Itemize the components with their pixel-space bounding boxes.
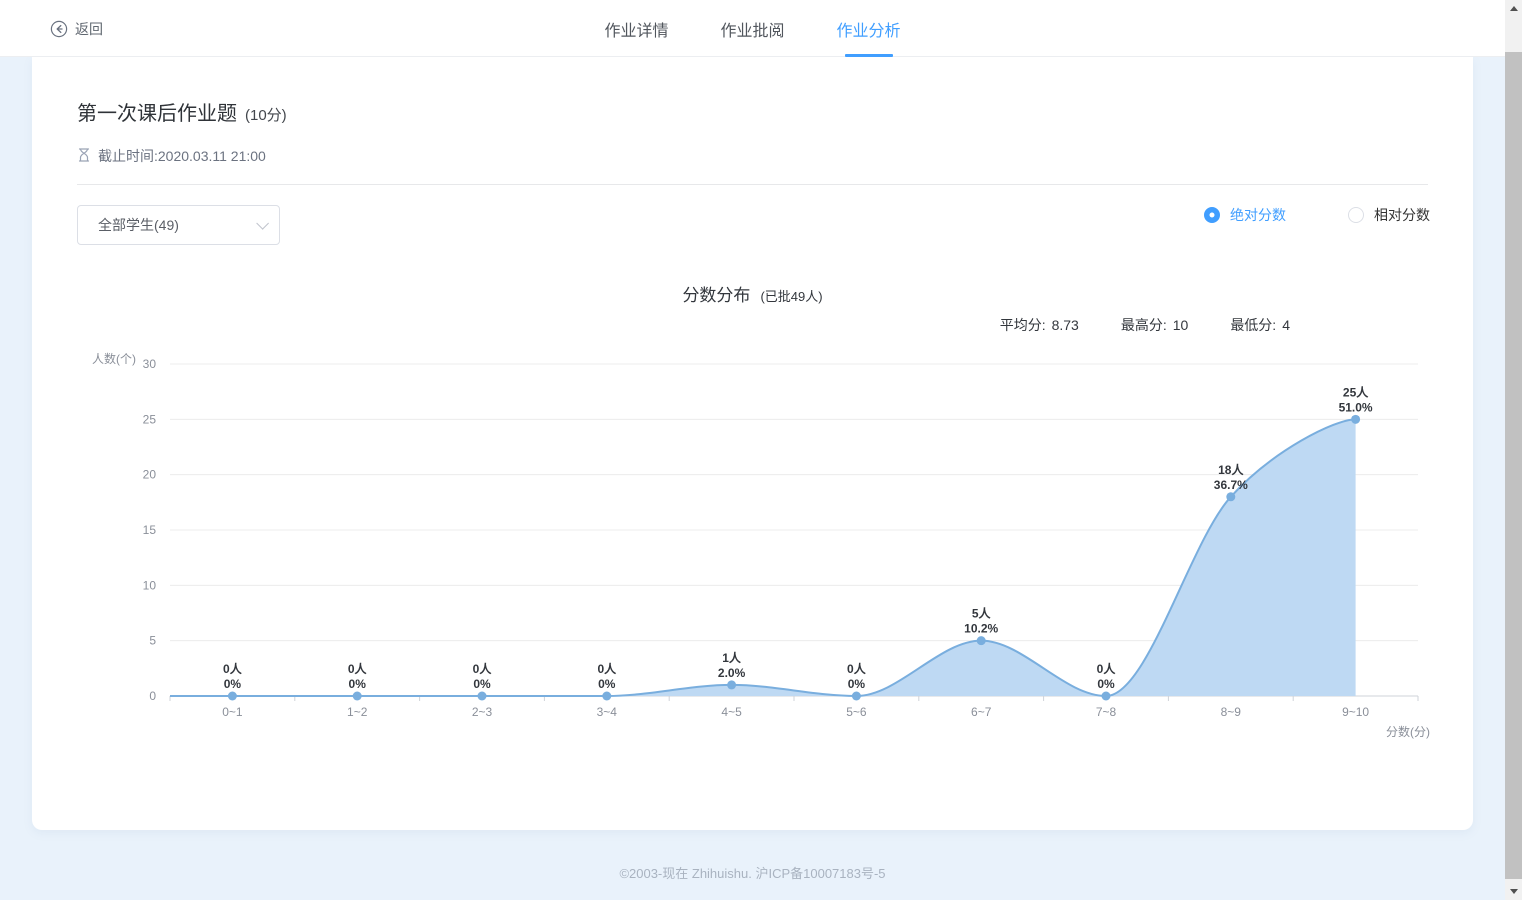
tab-bar: 作业详情 作业批阅 作业分析 <box>0 0 1505 57</box>
svg-text:5人: 5人 <box>972 606 992 621</box>
svg-text:0人: 0人 <box>1097 661 1117 676</box>
hourglass-icon <box>78 148 90 165</box>
stat-min: 最低分: 4 <box>1230 315 1290 335</box>
svg-text:15: 15 <box>143 523 157 537</box>
chart-subtitle: (已批49人) <box>760 286 822 305</box>
svg-text:2~3: 2~3 <box>472 705 493 719</box>
svg-text:25人: 25人 <box>1343 384 1369 399</box>
student-filter-select[interactable]: 全部学生(49) <box>77 205 280 245</box>
svg-text:0人: 0人 <box>597 661 617 676</box>
content-card: 第一次课后作业题 (10分) 截止时间:2020.03.11 21:00 全部学… <box>32 57 1473 830</box>
radio-circle-icon <box>1204 207 1220 223</box>
svg-text:36.7%: 36.7% <box>1214 478 1248 492</box>
svg-text:0: 0 <box>149 689 156 703</box>
svg-text:8~9: 8~9 <box>1221 705 1242 719</box>
svg-text:2.0%: 2.0% <box>718 666 746 680</box>
homework-title-row: 第一次课后作业题 (10分) <box>77 97 287 126</box>
scrollbar-up-button[interactable] <box>1505 0 1522 17</box>
deadline-text: 截止时间:2020.03.11 21:00 <box>98 146 266 166</box>
svg-text:9~10: 9~10 <box>1342 705 1369 719</box>
svg-text:20: 20 <box>143 468 157 482</box>
score-mode-radio-group: 绝对分数 相对分数 <box>1204 204 1430 226</box>
stat-average-value: 8.73 <box>1052 317 1079 333</box>
student-filter-value: 全部学生(49) <box>98 215 179 235</box>
svg-text:0%: 0% <box>224 677 242 691</box>
svg-text:分数(分): 分数(分) <box>1386 724 1430 739</box>
chart-title: 分数分布 <box>682 281 750 306</box>
stat-max: 最高分: 10 <box>1121 315 1188 335</box>
stat-average-label: 平均分: <box>1000 317 1046 333</box>
svg-text:18人: 18人 <box>1218 462 1244 477</box>
svg-text:6~7: 6~7 <box>971 705 992 719</box>
svg-text:1~2: 1~2 <box>347 705 368 719</box>
svg-text:0人: 0人 <box>223 661 243 676</box>
top-nav-bar: 返回 作业详情 作业批阅 作业分析 <box>0 0 1505 57</box>
svg-text:1人: 1人 <box>722 650 742 665</box>
score-distribution-area-chart: 0 5 10 15 20 25 30 人数(个) 0~1 1~2 2~3 3~4 4~5 5~6 6~7 7~… <box>32 347 1473 767</box>
radio-circle-icon <box>1348 207 1364 223</box>
svg-text:5: 5 <box>149 634 156 648</box>
vertical-scrollbar <box>1505 0 1522 900</box>
svg-text:51.0%: 51.0% <box>1339 400 1373 414</box>
svg-text:7~8: 7~8 <box>1096 705 1117 719</box>
chart-title-row: 分数分布 (已批49人) <box>32 281 1473 306</box>
svg-text:0%: 0% <box>349 677 367 691</box>
svg-text:0%: 0% <box>598 677 616 691</box>
score-stats-row: 平均分: 8.73 最高分: 10 最低分: 4 <box>1000 315 1290 335</box>
stat-min-value: 4 <box>1282 317 1290 333</box>
tab-homework-analysis[interactable]: 作业分析 <box>835 0 903 57</box>
homework-title: 第一次课后作业题 <box>77 97 237 126</box>
svg-text:10: 10 <box>143 578 157 592</box>
svg-text:0人: 0人 <box>348 661 368 676</box>
scroll-down-arrow-icon <box>1510 889 1518 894</box>
deadline-row: 截止时间:2020.03.11 21:00 <box>78 146 266 166</box>
svg-text:10.2%: 10.2% <box>964 622 998 636</box>
score-distribution-chart: 0 5 10 15 20 25 30 人数(个) 0~1 1~2 2~3 3~4 4~5 5~6 6~7 7~… <box>32 347 1473 767</box>
radio-relative-score[interactable]: 相对分数 <box>1348 205 1430 225</box>
chevron-down-icon <box>256 217 269 230</box>
stat-max-label: 最高分: <box>1121 317 1167 333</box>
tab-homework-review[interactable]: 作业批阅 <box>718 0 786 57</box>
section-divider <box>77 184 1428 185</box>
svg-text:30: 30 <box>143 357 157 371</box>
stat-average: 平均分: 8.73 <box>1000 315 1079 335</box>
homework-total-score: (10分) <box>245 104 287 125</box>
scrollbar-thumb[interactable] <box>1505 52 1522 879</box>
svg-text:0~1: 0~1 <box>222 705 243 719</box>
radio-relative-score-label: 相对分数 <box>1374 205 1430 225</box>
svg-text:0%: 0% <box>848 677 866 691</box>
tab-homework-details[interactable]: 作业详情 <box>602 0 670 57</box>
svg-text:3~4: 3~4 <box>597 705 618 719</box>
stat-max-value: 10 <box>1173 317 1189 333</box>
scrollbar-down-button[interactable] <box>1505 883 1522 900</box>
svg-text:5~6: 5~6 <box>846 705 867 719</box>
svg-text:0人: 0人 <box>847 661 867 676</box>
svg-text:人数(个): 人数(个) <box>92 351 136 366</box>
svg-text:0%: 0% <box>473 677 491 691</box>
svg-text:25: 25 <box>143 412 157 426</box>
radio-absolute-score[interactable]: 绝对分数 <box>1204 205 1286 225</box>
stat-min-label: 最低分: <box>1230 317 1276 333</box>
svg-text:0%: 0% <box>1097 677 1115 691</box>
footer-copyright: ©2003-现在 Zhihuishu. 沪ICP备10007183号-5 <box>0 863 1505 882</box>
svg-text:4~5: 4~5 <box>721 705 742 719</box>
svg-text:0人: 0人 <box>473 661 493 676</box>
scroll-up-arrow-icon <box>1510 6 1518 11</box>
radio-absolute-score-label: 绝对分数 <box>1230 205 1286 225</box>
